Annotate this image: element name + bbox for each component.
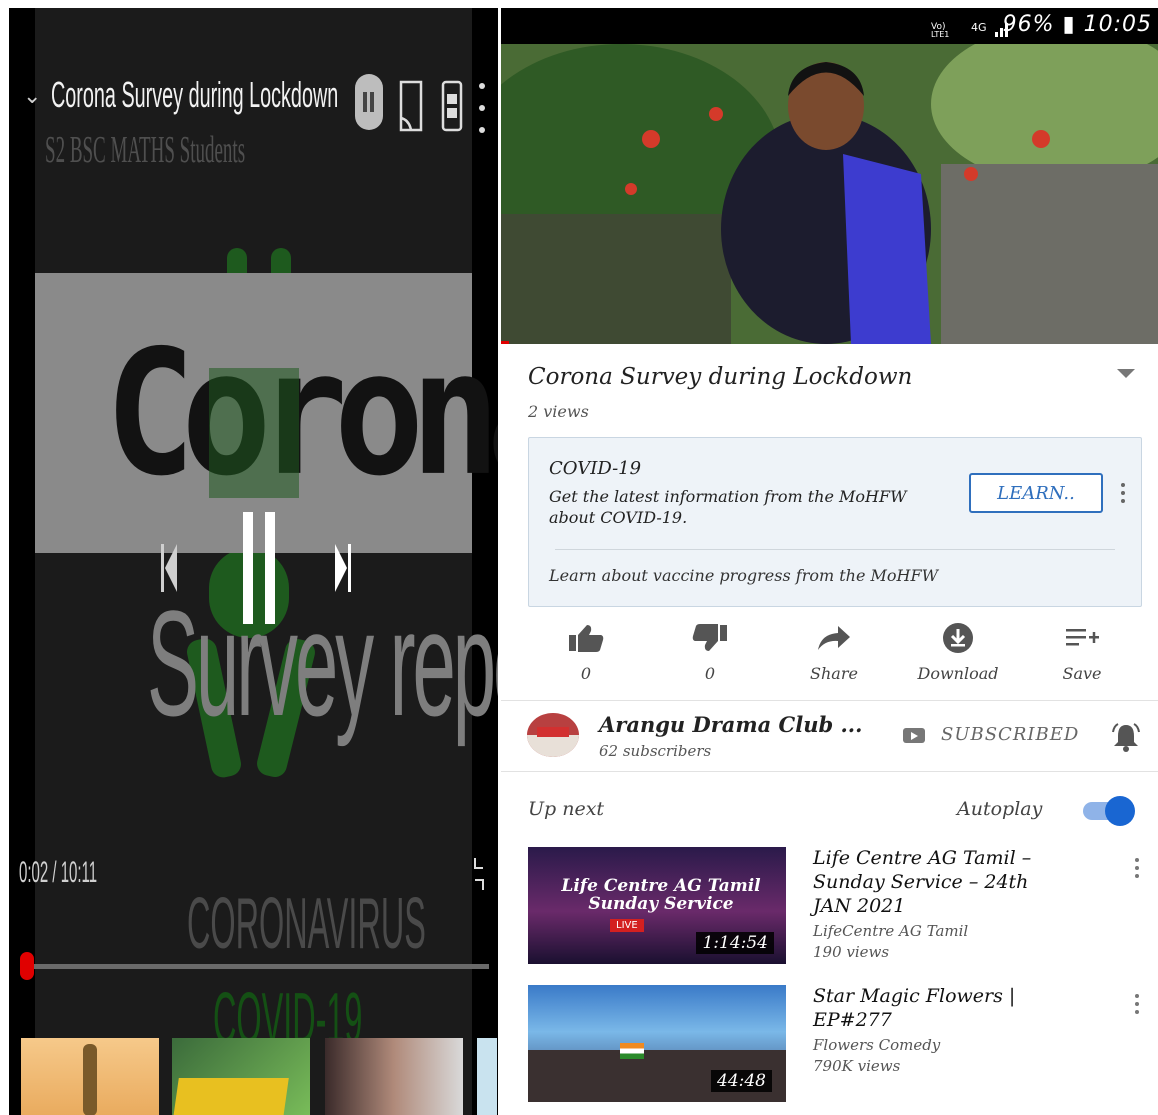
suggested-thumbnail[interactable]	[325, 1038, 463, 1115]
info-panel-description: Get the latest information from the MoHF…	[549, 487, 907, 527]
more-options-icon[interactable]	[1133, 856, 1141, 880]
notification-bell-icon[interactable]	[1111, 722, 1141, 752]
download-button[interactable]: Download	[903, 620, 1013, 683]
add-to-playlist-icon	[1066, 629, 1099, 646]
like-count: 0	[580, 664, 592, 683]
share-icon	[818, 626, 850, 650]
recommended-video-channel: LifeCentre AG Tamil	[813, 922, 969, 940]
save-button[interactable]: Save	[1027, 620, 1137, 683]
player-time: 0:02 / 10:11	[19, 856, 98, 889]
covid-info-panel: COVID-19 Get the latest information from…	[528, 437, 1142, 607]
recommended-video-views: 790K views	[813, 1057, 901, 1075]
autoplay-label: Autoplay	[957, 798, 1043, 820]
expand-description-icon[interactable]	[1115, 366, 1137, 380]
svg-text:LTE1: LTE1	[931, 30, 949, 38]
cast-icon[interactable]	[399, 78, 423, 134]
virus-graphic	[209, 368, 299, 498]
vaccine-progress-link[interactable]: Learn about vaccine progress from the Mo…	[549, 566, 938, 585]
share-label: Share	[810, 664, 858, 683]
suggested-thumbnail[interactable]	[172, 1038, 310, 1115]
dislike-count: 0	[704, 664, 716, 683]
recommended-video-thumbnail[interactable]: Life Centre AG Tamil Sunday Service LIVE…	[528, 847, 786, 964]
divider	[501, 771, 1158, 772]
fullscreen-exit-icon[interactable]	[471, 854, 487, 894]
thumbs-down-icon	[692, 624, 727, 651]
save-label: Save	[1062, 664, 1102, 683]
youtube-icon	[903, 728, 925, 743]
learn-more-button[interactable]: LEARN..	[969, 473, 1103, 513]
recommended-video-thumbnail[interactable]: 44:48	[528, 985, 786, 1102]
suggested-thumbnail[interactable]	[477, 1038, 497, 1115]
autoplay-toggle-icon[interactable]	[355, 74, 383, 130]
like-button[interactable]: 0	[531, 620, 641, 683]
thumbnail-text: Life Centre AG Tamil Sunday Service	[561, 876, 761, 914]
more-options-icon[interactable]	[1133, 992, 1141, 1016]
captions-icon[interactable]	[441, 78, 463, 134]
video-progress-bar	[501, 341, 509, 344]
left-player-screenshot: Corona Survey report ⌄ Corona Survey dur…	[0, 0, 498, 1115]
player-channel-overlay: S2 BSC MATHS Students	[45, 129, 246, 171]
video-duration: 1:14:54	[696, 932, 774, 954]
next-icon[interactable]	[333, 538, 353, 598]
live-badge: LIVE	[610, 919, 644, 932]
status-bar: Vo) LTE1 4G 96% ▮ 10:05	[501, 8, 1158, 44]
download-icon	[943, 623, 973, 653]
fullscreen-video-player[interactable]: Corona Survey report ⌄ Corona Survey dur…	[9, 8, 498, 1115]
svg-text:4G: 4G	[971, 21, 987, 34]
video-duration: 44:48	[711, 1070, 772, 1092]
subscribed-button[interactable]: SUBSCRIBED	[941, 724, 1079, 745]
battery-and-clock: 96% ▮ 10:05	[1002, 12, 1152, 37]
pause-icon[interactable]	[239, 508, 279, 628]
download-label: Download	[917, 664, 999, 683]
recommended-video-title[interactable]: Star Magic Flowers | EP#277	[813, 984, 1037, 1032]
subscriber-count: 62 subscribers	[599, 742, 712, 760]
channel-avatar[interactable]	[527, 713, 579, 757]
seek-handle[interactable]	[20, 952, 35, 980]
video-frame-image	[501, 44, 1158, 344]
recommended-video-views: 190 views	[813, 943, 890, 961]
suggested-thumbnail[interactable]	[21, 1038, 159, 1115]
share-button[interactable]: Share	[779, 620, 889, 683]
thumbs-up-icon	[569, 625, 604, 652]
video-title: Corona Survey during Lockdown	[528, 364, 913, 390]
divider	[501, 700, 1158, 701]
video-player[interactable]	[501, 44, 1158, 344]
slide-subtitle: Survey report	[147, 579, 498, 747]
youtube-watch-page: Vo) LTE1 4G 96% ▮ 10:05 Corona Survey du…	[501, 0, 1158, 1115]
recommended-video-channel: Flowers Comedy	[813, 1036, 941, 1054]
info-panel-heading: COVID-19	[549, 458, 642, 479]
seek-bar[interactable]	[29, 964, 489, 969]
info-panel-more-icon[interactable]	[1119, 481, 1127, 505]
channel-name[interactable]: Arangu Drama Club ...	[599, 712, 862, 737]
dislike-button[interactable]: 0	[655, 620, 765, 683]
view-count: 2 views	[528, 402, 589, 421]
autoplay-toggle-knob[interactable]	[1105, 796, 1135, 826]
more-options-icon[interactable]	[477, 78, 487, 138]
recommended-video-title[interactable]: Life Centre AG Tamil – Sunday Service – …	[813, 846, 1037, 918]
slide-title: Corona	[105, 314, 498, 515]
previous-icon[interactable]	[159, 538, 179, 598]
slide-footer-1: CORONAVIRUS	[187, 884, 426, 964]
player-video-title: Corona Survey during Lockdown	[51, 74, 339, 115]
minimize-chevron-icon[interactable]: ⌄	[23, 84, 41, 109]
divider	[555, 549, 1115, 550]
up-next-label: Up next	[528, 798, 605, 820]
